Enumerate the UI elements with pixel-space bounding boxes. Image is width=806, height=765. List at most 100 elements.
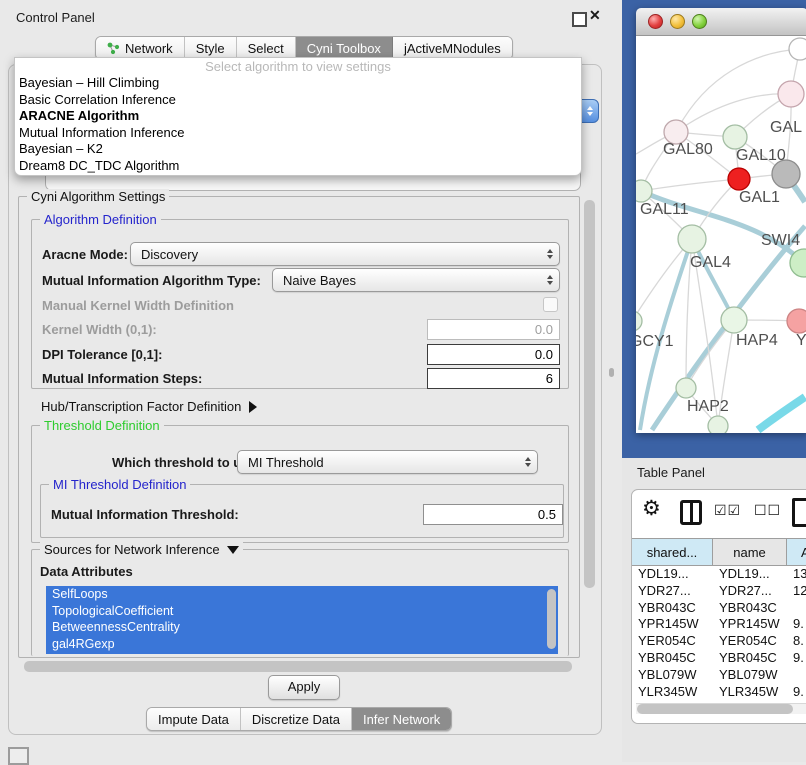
column-header-name[interactable]: name: [713, 538, 787, 566]
algorithm-option[interactable]: Basic Correlation Inference: [15, 92, 581, 109]
tab-select[interactable]: Select: [237, 37, 296, 59]
attribute-list-item[interactable]: SelfLoops: [46, 586, 558, 603]
table-cell: 9: [787, 700, 806, 701]
network-node-gal[interactable]: [778, 81, 804, 107]
cyni-algorithm-settings-title: Cyni Algorithm Settings: [27, 189, 169, 204]
table-row[interactable]: YBR043CYBR043C: [632, 600, 806, 617]
algorithm-option[interactable]: Mutual Information Inference: [15, 125, 581, 142]
data-attributes-list[interactable]: SelfLoopsTopologicalCoefficientBetweenne…: [46, 586, 558, 654]
table-cell: YBR043C: [632, 600, 713, 617]
hub-definition-expander[interactable]: Hub/Transcription Factor Definition: [41, 399, 257, 414]
attribute-list-item[interactable]: BetweennessCentrality: [46, 619, 558, 636]
apply-button[interactable]: Apply: [268, 675, 340, 700]
network-node-gal4[interactable]: [678, 225, 706, 253]
table-cell: YER054C: [632, 633, 713, 650]
network-node[interactable]: [708, 416, 728, 433]
close-window-icon[interactable]: [648, 14, 663, 29]
node-label: HAP2: [687, 398, 729, 415]
network-node-hap4[interactable]: [721, 307, 747, 333]
table-cell: 9.: [787, 650, 806, 667]
network-node[interactable]: [789, 38, 806, 60]
manual-kernel-width-checkbox[interactable]: [543, 297, 558, 312]
cyni-bottom-tabbar: Impute Data Discretize Data Infer Networ…: [146, 707, 452, 731]
table-row[interactable]: YLR345WYLR345W9.: [632, 684, 806, 701]
attributes-scrollbar[interactable]: [547, 589, 556, 649]
table-cell: YLR345W: [713, 684, 787, 701]
network-node-gcy1[interactable]: [636, 311, 642, 331]
gear-icon[interactable]: ⚙: [642, 496, 661, 522]
show-columns-icon[interactable]: [680, 500, 702, 525]
table-row[interactable]: YPR145WYPR145W9.: [632, 616, 806, 633]
column-header-partial[interactable]: A: [787, 538, 806, 566]
sources-title: Sources for Network Inference: [44, 542, 220, 557]
algorithm-combobox-arrows-icon[interactable]: [580, 99, 599, 123]
network-node[interactable]: [772, 160, 800, 188]
control-panel-title: Control Panel: [16, 10, 95, 25]
table-row[interactable]: YBR045CYBR045C9.: [632, 650, 806, 667]
tab-network[interactable]: Network: [96, 37, 185, 59]
which-threshold-combobox[interactable]: MI Threshold: [237, 450, 538, 474]
table-row[interactable]: YDR27...YDR27...12: [632, 583, 806, 600]
table-cell: YBL079W: [632, 667, 713, 684]
algorithm-option[interactable]: Dream8 DC_TDC Algorithm: [15, 158, 581, 175]
splitter-handle[interactable]: [609, 368, 614, 377]
network-node-hap2[interactable]: [676, 378, 696, 398]
table-cell: [787, 600, 806, 617]
network-edge[interactable]: [641, 179, 739, 191]
checked-checkboxes-icon[interactable]: ☑☑: [714, 502, 741, 519]
dpi-tolerance-label: DPI Tolerance [0,1]:: [42, 347, 162, 362]
tab-jactivemnodules[interactable]: jActiveMNodules: [393, 37, 512, 59]
network-icon: [107, 42, 120, 55]
table-cell: YBR045C: [713, 650, 787, 667]
attribute-list-item[interactable]: TopologicalCoefficient: [46, 603, 558, 620]
tab-infer-network[interactable]: Infer Network: [352, 708, 451, 730]
table-horizontal-scrollbar[interactable]: [636, 703, 806, 714]
network-window-titlebar[interactable]: [636, 8, 806, 36]
node-label: HAP4: [736, 332, 778, 349]
expand-right-icon: [249, 401, 257, 413]
node-label: SWI4: [761, 232, 800, 249]
table-row[interactable]: YBL079WYBL079W: [632, 667, 806, 684]
sources-title-row[interactable]: Sources for Network Inference: [40, 542, 243, 557]
attribute-list-item[interactable]: gal4RGexp: [46, 636, 558, 653]
tab-style[interactable]: Style: [185, 37, 237, 59]
network-edge[interactable]: [758, 397, 805, 430]
tab-discretize-data[interactable]: Discretize Data: [241, 708, 352, 730]
mi-steps-field[interactable]: 6: [427, 368, 560, 389]
float-window-icon[interactable]: [572, 12, 587, 27]
network-node-gal11[interactable]: [636, 180, 652, 202]
table-row[interactable]: YIL052CYIL052C9: [632, 700, 806, 701]
table-cell: YDR27...: [632, 583, 713, 600]
export-table-icon[interactable]: [792, 498, 806, 527]
column-header-shared-name[interactable]: shared...: [632, 538, 713, 566]
network-node-gal1[interactable]: [728, 168, 750, 190]
algorithm-option[interactable]: ARACNE Algorithm: [15, 108, 581, 125]
collapsed-panel-icon[interactable]: [8, 747, 29, 765]
kernel-width-field[interactable]: 0.0: [427, 319, 560, 340]
network-node-gal10[interactable]: [723, 125, 747, 149]
network-canvas[interactable]: GALGAL80GAL10GAL1GAL11SWI4GAL4GCY1HAP4YH…: [636, 36, 806, 433]
zoom-window-icon[interactable]: [692, 14, 707, 29]
table-cell: YBR043C: [713, 600, 787, 617]
minimize-window-icon[interactable]: [670, 14, 685, 29]
mi-threshold-field[interactable]: 0.5: [423, 504, 563, 525]
tab-impute-data[interactable]: Impute Data: [147, 708, 241, 730]
table-cell: 9.: [787, 616, 806, 633]
algorithm-option[interactable]: Bayesian – Hill Climbing: [15, 75, 581, 92]
table-row[interactable]: YDL19...YDL19...13: [632, 566, 806, 583]
network-edge[interactable]: [636, 239, 692, 321]
table-row[interactable]: YER054CYER054C8.: [632, 633, 806, 650]
settings-vertical-scrollbar[interactable]: [584, 196, 595, 658]
table-cell: YBL079W: [713, 667, 787, 684]
mi-algorithm-type-combobox[interactable]: Naive Bayes: [272, 268, 560, 292]
algorithm-option[interactable]: Bayesian – K2: [15, 141, 581, 158]
settings-horizontal-scrollbar[interactable]: [18, 661, 578, 672]
node-label: GAL1: [739, 189, 780, 206]
aracne-mode-combobox[interactable]: Discovery: [130, 242, 560, 266]
node-label: GCY1: [636, 333, 674, 350]
dpi-tolerance-field[interactable]: 0.0: [427, 344, 560, 365]
close-icon[interactable]: ✕: [589, 7, 601, 24]
unchecked-checkboxes-icon[interactable]: ☐☐: [754, 502, 781, 519]
tab-cyni-toolbox[interactable]: Cyni Toolbox: [296, 37, 393, 59]
network-node-y[interactable]: [787, 309, 806, 333]
